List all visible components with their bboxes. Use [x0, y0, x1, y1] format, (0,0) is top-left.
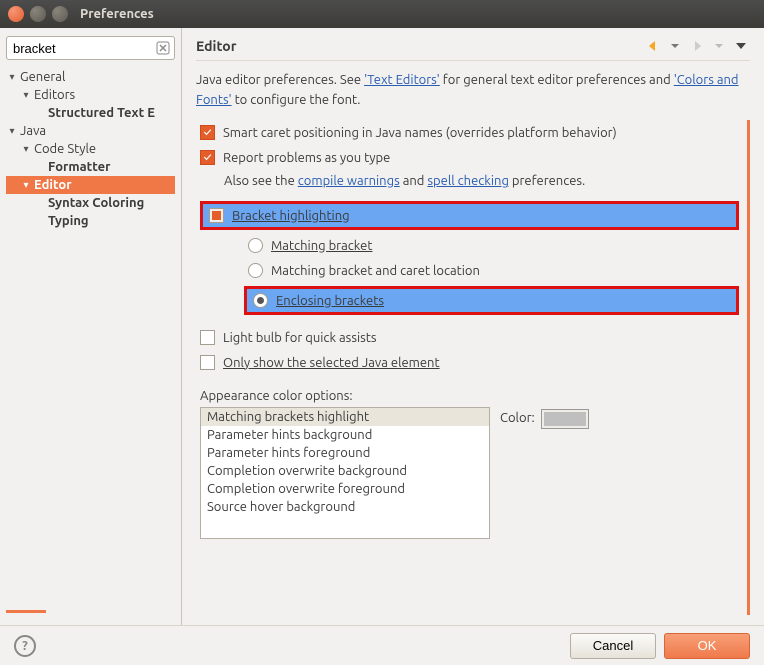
- tree-item-editor[interactable]: ▾Editor: [6, 176, 175, 194]
- link-compile-warnings[interactable]: compile warnings: [298, 174, 400, 188]
- forward-menu-icon: [710, 38, 728, 54]
- window-title: Preferences: [80, 7, 154, 21]
- titlebar: Preferences: [0, 0, 764, 28]
- opt-light-bulb[interactable]: Light bulb for quick assists: [200, 330, 739, 345]
- color-options-list[interactable]: Matching brackets highlight Parameter hi…: [200, 407, 490, 539]
- list-item[interactable]: Completion overwrite background: [201, 462, 489, 480]
- link-spell-checking[interactable]: spell checking: [427, 174, 509, 188]
- help-icon[interactable]: ?: [14, 635, 36, 657]
- list-item[interactable]: Matching brackets highlight: [201, 408, 489, 426]
- tree-item-structured-text[interactable]: Structured Text E: [6, 104, 175, 122]
- opt-label: Light bulb for quick assists: [223, 331, 377, 345]
- list-item[interactable]: Parameter hints foreground: [201, 444, 489, 462]
- text: preferences.: [509, 174, 585, 188]
- radio-icon[interactable]: [248, 238, 263, 253]
- sidebar-accent: [6, 610, 46, 613]
- list-item[interactable]: Completion overwrite foreground: [201, 480, 489, 498]
- search-input[interactable]: [6, 36, 175, 60]
- opt-matching-bracket[interactable]: Matching bracket: [248, 238, 739, 253]
- color-options-row: Matching brackets highlight Parameter hi…: [200, 407, 739, 539]
- opt-label: Matching bracket: [271, 239, 372, 253]
- ok-button[interactable]: OK: [664, 633, 750, 659]
- view-menu-icon[interactable]: [732, 38, 750, 54]
- color-swatch[interactable]: [541, 409, 589, 429]
- page-title: Editor: [196, 38, 236, 54]
- text: Also see the: [224, 174, 298, 188]
- opt-label: Report problems as you type: [223, 151, 390, 165]
- sidebar: ▾General ▾Editors Structured Text E ▾Jav…: [0, 28, 182, 625]
- tree-item-typing[interactable]: Typing: [6, 212, 175, 230]
- tree-item-java[interactable]: ▾Java: [6, 122, 175, 140]
- opt-label: Smart caret positioning in Java names (o…: [223, 126, 617, 140]
- tree-item-editors[interactable]: ▾Editors: [6, 86, 175, 104]
- minimize-icon[interactable]: [30, 6, 46, 22]
- list-item[interactable]: Parameter hints background: [201, 426, 489, 444]
- page-description: Java editor preferences. See 'Text Edito…: [196, 71, 750, 110]
- opt-label: Enclosing brackets: [276, 294, 384, 308]
- tree: ▾General ▾Editors Structured Text E ▾Jav…: [6, 68, 175, 610]
- tree-item-syntax-coloring[interactable]: Syntax Coloring: [6, 194, 175, 212]
- opt-label: Only show the selected Java element: [223, 356, 440, 370]
- tree-item-code-style[interactable]: ▾Code Style: [6, 140, 175, 158]
- tree-item-general[interactable]: ▾General: [6, 68, 175, 86]
- also-see: Also see the compile warnings and spell …: [224, 174, 739, 188]
- options-panel: Smart caret positioning in Java names (o…: [196, 120, 750, 615]
- radio-icon[interactable]: [253, 293, 268, 308]
- search-wrap: [6, 36, 175, 60]
- descr-text: for general text editor preferences and: [440, 73, 674, 87]
- opt-bracket-highlighting[interactable]: Bracket highlighting: [200, 201, 739, 230]
- footer: ? Cancel OK: [0, 625, 764, 665]
- tree-item-formatter[interactable]: Formatter: [6, 158, 175, 176]
- cancel-button[interactable]: Cancel: [570, 633, 656, 659]
- checkbox-icon[interactable]: [200, 330, 215, 345]
- checkbox-icon[interactable]: [209, 208, 224, 223]
- back-menu-icon[interactable]: [666, 38, 684, 54]
- page-header: Editor: [196, 38, 750, 61]
- close-icon[interactable]: [8, 6, 24, 22]
- content: ▾General ▾Editors Structured Text E ▾Jav…: [0, 28, 764, 625]
- back-icon[interactable]: [644, 38, 662, 54]
- opt-label: Matching bracket and caret location: [271, 264, 480, 278]
- opt-only-show[interactable]: Only show the selected Java element: [200, 355, 739, 370]
- checkbox-icon[interactable]: [200, 150, 215, 165]
- checkbox-icon[interactable]: [200, 355, 215, 370]
- color-label: Color:: [500, 411, 535, 425]
- clear-icon[interactable]: [156, 41, 170, 55]
- maximize-icon[interactable]: [52, 6, 68, 22]
- text: and: [400, 174, 428, 188]
- checkbox-icon[interactable]: [200, 125, 215, 140]
- main: Editor Java editor preferences. See 'Tex…: [182, 28, 764, 625]
- opt-label: Bracket highlighting: [232, 209, 350, 223]
- descr-text: Java editor preferences. See: [196, 73, 364, 87]
- link-text-editors[interactable]: 'Text Editors': [364, 73, 440, 87]
- list-item[interactable]: Source hover background: [201, 498, 489, 516]
- opt-enclosing-brackets[interactable]: Enclosing brackets: [244, 286, 739, 315]
- opt-report-problems[interactable]: Report problems as you type: [200, 150, 739, 165]
- forward-icon: [688, 38, 706, 54]
- descr-text: to configure the font.: [232, 93, 361, 107]
- appearance-color-label: Appearance color options:: [200, 389, 739, 403]
- opt-smart-caret[interactable]: Smart caret positioning in Java names (o…: [200, 125, 739, 140]
- radio-icon[interactable]: [248, 263, 263, 278]
- opt-matching-bracket-caret[interactable]: Matching bracket and caret location: [248, 263, 739, 278]
